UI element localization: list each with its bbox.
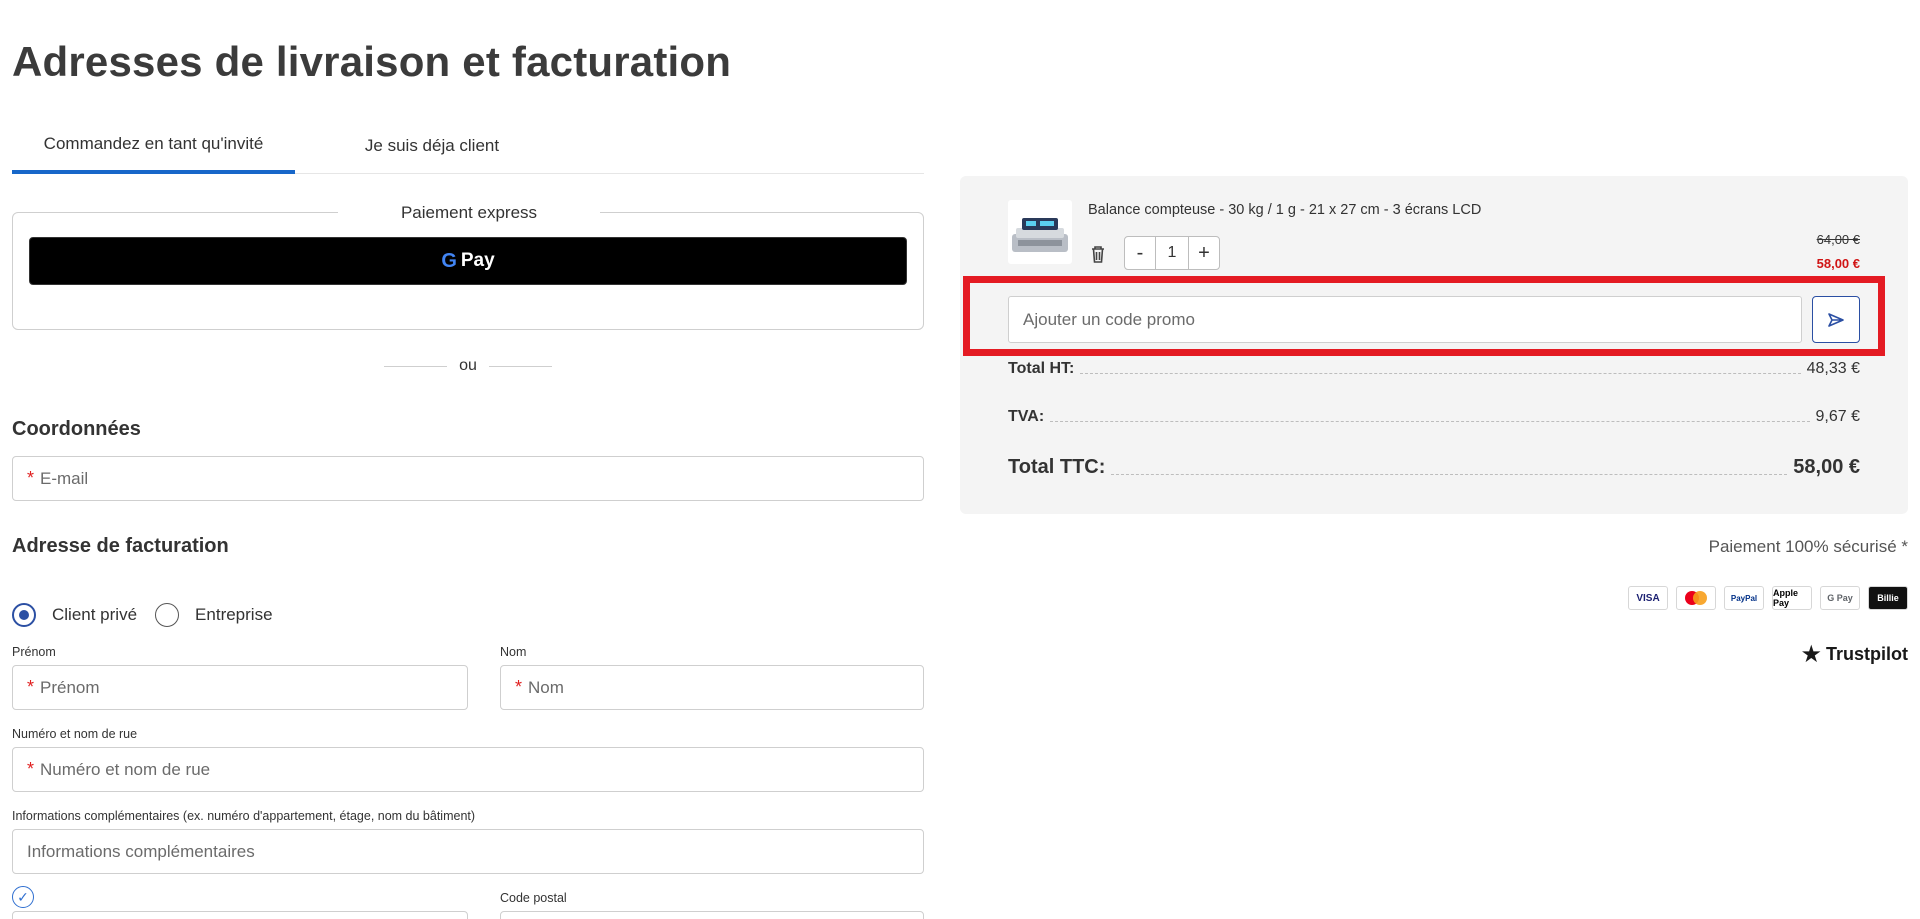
total-ttc-label: Total TTC:	[1008, 456, 1106, 478]
discounted-price: 58,00 €	[1816, 256, 1860, 271]
tab-existing-customer[interactable]: Je suis déja client	[342, 122, 522, 174]
total-ht-value: 48,33 €	[1806, 360, 1860, 377]
required-mark: *	[515, 677, 523, 697]
google-pay-button[interactable]: G Pay	[29, 237, 907, 285]
page-title: Adresses de livraison et facturation	[12, 38, 732, 85]
email-placeholder: E-mail	[40, 468, 89, 488]
trustpilot-logo[interactable]: ★ Trustpilot	[1800, 640, 1908, 669]
street-field[interactable]: * Numéro et nom de rue	[12, 747, 924, 792]
trash-icon[interactable]	[1084, 240, 1112, 268]
postal-code-field[interactable]	[500, 911, 924, 919]
firstname-field[interactable]: * Prénom	[12, 665, 468, 710]
account-tabs: Commandez en tant qu'invité Je suis déja…	[12, 122, 924, 174]
firstname-label: Prénom	[12, 645, 56, 659]
total-ttc-row: Total TTC: 58,00 €	[1008, 456, 1860, 479]
send-icon	[1828, 312, 1844, 327]
quantity-stepper: - 1 +	[1124, 236, 1220, 270]
customer-type-radios: Client privé Entreprise	[12, 601, 291, 629]
extra-info-field[interactable]: Informations complémentaires	[12, 829, 924, 874]
mastercard-icon	[1676, 586, 1716, 610]
product-name: Balance compteuse - 30 kg / 1 g - 21 x 2…	[1088, 202, 1482, 218]
verified-check-icon: ✓	[12, 886, 34, 908]
google-pay-label: Pay	[460, 250, 495, 271]
lastname-placeholder: Nom	[528, 677, 564, 697]
or-separator: ou	[372, 356, 564, 376]
email-field[interactable]: * E-mail	[12, 456, 924, 501]
street-placeholder: Numéro et nom de rue	[40, 759, 211, 779]
city-field[interactable]	[12, 911, 468, 919]
lastname-field[interactable]: * Nom	[500, 665, 924, 710]
tab-guest-checkout[interactable]: Commandez en tant qu'invité	[12, 122, 295, 174]
express-payment-legend: Paiement express	[338, 203, 600, 223]
radio-private-client[interactable]	[12, 603, 36, 627]
vat-label: TVA:	[1008, 408, 1045, 425]
paypal-icon: PayPal	[1724, 586, 1764, 610]
lastname-label: Nom	[500, 645, 527, 659]
billie-icon: Billie	[1868, 586, 1908, 610]
promo-code-input[interactable]: Ajouter un code promo	[1008, 296, 1802, 343]
radio-private-label: Client privé	[52, 605, 138, 624]
required-mark: *	[27, 468, 35, 488]
radio-company[interactable]	[155, 603, 180, 627]
total-ttc-value: 58,00 €	[1793, 456, 1860, 478]
quantity-decrease-button[interactable]: -	[1125, 237, 1155, 269]
cart-summary-panel: Balance compteuse - 30 kg / 1 g - 21 x 2…	[960, 176, 1908, 514]
google-g-icon: G	[441, 249, 457, 272]
visa-icon: VISA	[1628, 586, 1668, 610]
apple-pay-icon: Apple Pay	[1772, 586, 1812, 610]
street-label: Numéro et nom de rue	[12, 727, 138, 741]
radio-company-label: Entreprise	[195, 605, 273, 624]
secure-payment-text: Paiement 100% sécurisé *	[1708, 537, 1908, 556]
google-pay-icon: G Pay	[1820, 586, 1860, 610]
checkout-page: Adresses de livraison et facturation Com…	[0, 0, 1920, 919]
contact-section-title: Coordonnées	[12, 418, 141, 440]
extra-info-label: Informations complémentaires (ex. numéro…	[12, 809, 476, 823]
promo-code-placeholder: Ajouter un code promo	[1023, 309, 1195, 329]
required-mark: *	[27, 677, 35, 697]
or-text: ou	[459, 357, 477, 374]
quantity-value[interactable]: 1	[1155, 237, 1189, 269]
promo-submit-button[interactable]	[1812, 296, 1860, 343]
firstname-placeholder: Prénom	[40, 677, 100, 697]
extra-info-placeholder: Informations complémentaires	[27, 841, 255, 861]
billing-section-title: Adresse de facturation	[12, 535, 229, 557]
vat-value: 9,67 €	[1815, 408, 1860, 425]
required-mark: *	[27, 759, 35, 779]
payment-methods: VISA PayPal Apple Pay G Pay Billie	[1628, 586, 1908, 610]
star-icon: ★	[1800, 641, 1822, 668]
quantity-increase-button[interactable]: +	[1189, 237, 1219, 269]
postal-code-label: Code postal	[500, 891, 567, 905]
total-ht-row: Total HT: 48,33 €	[1008, 360, 1860, 378]
product-thumbnail	[1008, 200, 1072, 264]
total-ht-label: Total HT:	[1008, 360, 1075, 377]
vat-row: TVA: 9,67 €	[1008, 408, 1860, 426]
express-payment-box: Paiement express G Pay	[12, 203, 924, 330]
original-price: 64,00 €	[1816, 232, 1860, 247]
trustpilot-label: Trustpilot	[1826, 644, 1908, 664]
